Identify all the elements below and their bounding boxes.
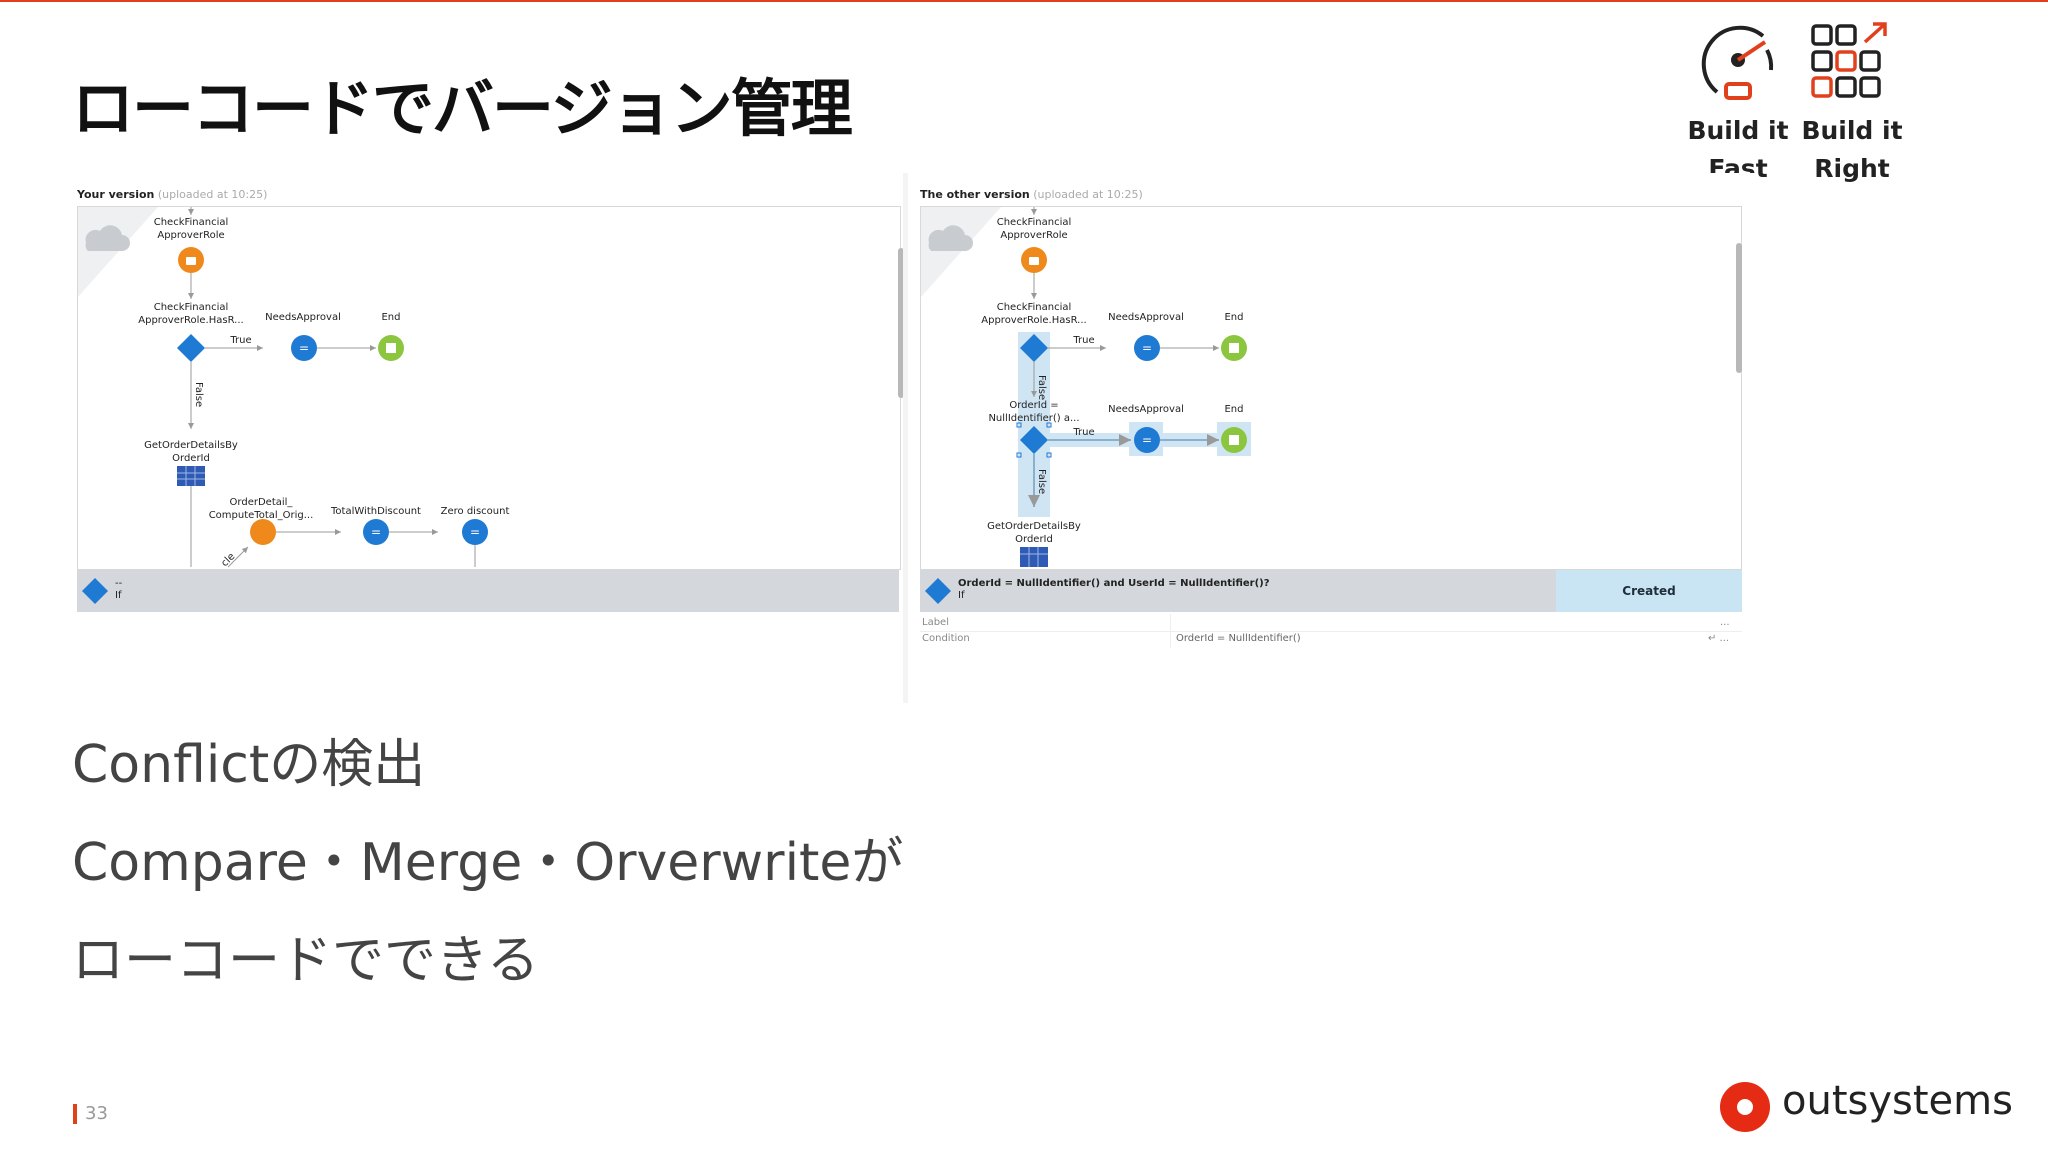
your-version-uploaded: (uploaded at 10:25)	[157, 188, 268, 201]
edge-label-false: False	[1036, 469, 1047, 494]
logo-text: outsystems	[1782, 1078, 2013, 1124]
svg-text:=: =	[1142, 433, 1152, 447]
your-version-label: Your version	[77, 188, 155, 201]
aggregate-grid-icon[interactable]	[177, 466, 205, 486]
edge-label-partial: cle	[219, 551, 237, 569]
your-version-bar-line2: If	[115, 590, 122, 601]
if-diamond-icon	[925, 578, 951, 604]
node-label: OrderId	[172, 453, 210, 464]
execute-action-node-icon[interactable]	[250, 519, 276, 545]
grid-arrow-icon	[1811, 22, 1887, 98]
slide-title: ローコードでバージョン管理	[72, 72, 853, 145]
other-version-uploaded: (uploaded at 10:25)	[1033, 188, 1143, 201]
svg-text:=: =	[371, 525, 381, 539]
node-label: NeedsApproval	[265, 312, 341, 323]
node-label: ApproverRole	[157, 230, 224, 241]
badge-build-it-right: Build it Right	[1800, 18, 1904, 188]
your-version-header: Your version (uploaded at 10:25)	[77, 188, 267, 201]
canvas-corner-shade	[921, 207, 1001, 297]
aggregate-grid-icon[interactable]	[1020, 547, 1048, 567]
other-version-bar-text: OrderId = NullIdentifier() and UserId = …	[958, 578, 1270, 602]
other-version-header: The other version (uploaded at 10:25)	[920, 188, 1143, 201]
other-version-scrollbar[interactable]	[1736, 243, 1742, 373]
node-label: End	[1224, 404, 1243, 415]
node-label: GetOrderDetailsBy	[144, 440, 238, 451]
status-badge: Created	[1556, 570, 1742, 612]
prop-condition-label: Condition	[922, 633, 970, 644]
bullet-2: Compare・Merge・Orverwriteが	[72, 833, 904, 893]
condition-field[interactable]: OrderId = NullIdentifier()	[1176, 633, 1301, 644]
other-version-panel: The other version (uploaded at 10:25) Ch…	[908, 173, 1755, 703]
node-label: End	[381, 312, 400, 323]
canvas-corner-shade	[78, 207, 158, 297]
other-version-bar-line2: If	[958, 590, 965, 601]
your-version-panel: Your version (uploaded at 10:25) CheckFi…	[65, 173, 903, 703]
node-label: TotalWithDiscount	[330, 506, 421, 517]
badge-right-line2: Right	[1814, 154, 1890, 183]
node-label: CheckFinancial	[997, 302, 1072, 313]
node-label: GetOrderDetailsBy	[987, 521, 1081, 532]
node-label: ApproverRole.HasR...	[138, 315, 243, 326]
node-label: End	[1224, 312, 1243, 323]
other-version-selection-bar: OrderId = NullIdentifier() and UserId = …	[920, 570, 1556, 612]
node-label: OrderId =	[1009, 400, 1058, 411]
svg-text:=: =	[299, 341, 309, 355]
node-label: CheckFinancial	[997, 217, 1072, 228]
node-label: ApproverRole.HasR...	[981, 315, 1086, 326]
your-version-bar-text: -- If	[115, 578, 122, 602]
node-label: NeedsApproval	[1108, 404, 1184, 415]
prop-label-label: Label	[922, 617, 949, 628]
edge-label-true: True	[1072, 335, 1094, 346]
badge-right-line1: Build it	[1801, 116, 1903, 145]
comparison-screenshot: Your version (uploaded at 10:25) CheckFi…	[65, 173, 1755, 703]
svg-text:=: =	[1142, 341, 1152, 355]
node-label: NeedsApproval	[1108, 312, 1184, 323]
page-number: 33	[73, 1104, 108, 1124]
node-label: NullIdentifier() a...	[988, 413, 1079, 424]
other-version-bar-line1: OrderId = NullIdentifier() and UserId = …	[958, 578, 1270, 589]
edge-label-false: False	[1036, 375, 1047, 400]
condition-more[interactable]: ↵ ...	[1708, 633, 1729, 644]
other-version-flow-canvas[interactable]: CheckFinancial ApproverRole CheckFinanci…	[920, 206, 1742, 570]
bullet-1: Conflictの検出	[72, 735, 426, 795]
badge-fast-line1: Build it	[1687, 116, 1789, 145]
your-version-selection-bar: -- If	[77, 570, 899, 612]
your-version-flow-canvas[interactable]: CheckFinancial ApproverRole CheckFinanci…	[77, 206, 901, 570]
svg-text:=: =	[470, 525, 480, 539]
edge-label-true: True	[1072, 427, 1094, 438]
node-label: ApproverRole	[1000, 230, 1067, 241]
if-diamond-icon[interactable]	[177, 334, 205, 362]
node-label: CheckFinancial	[154, 302, 229, 313]
node-label: OrderDetail_	[230, 497, 294, 508]
badge-build-it-fast: Build it Fast	[1686, 18, 1790, 188]
accent-top-line	[0, 0, 2048, 2]
logo-mark-icon	[1720, 1082, 1770, 1132]
node-label: OrderId	[1015, 534, 1053, 545]
node-label: Zero discount	[441, 506, 510, 517]
other-version-label: The other version	[920, 188, 1030, 201]
your-version-scrollbar[interactable]	[898, 248, 903, 398]
edge-label-true: True	[229, 335, 251, 346]
prop-label-more: ...	[1720, 617, 1730, 628]
your-version-bar-line1: --	[115, 578, 123, 589]
bullet-3: ローコードでできる	[72, 931, 539, 991]
if-diamond-icon	[82, 578, 108, 604]
edge-label-false: False	[193, 382, 204, 407]
node-label: CheckFinancial	[154, 217, 229, 228]
speedometer-icon	[1701, 25, 1774, 100]
